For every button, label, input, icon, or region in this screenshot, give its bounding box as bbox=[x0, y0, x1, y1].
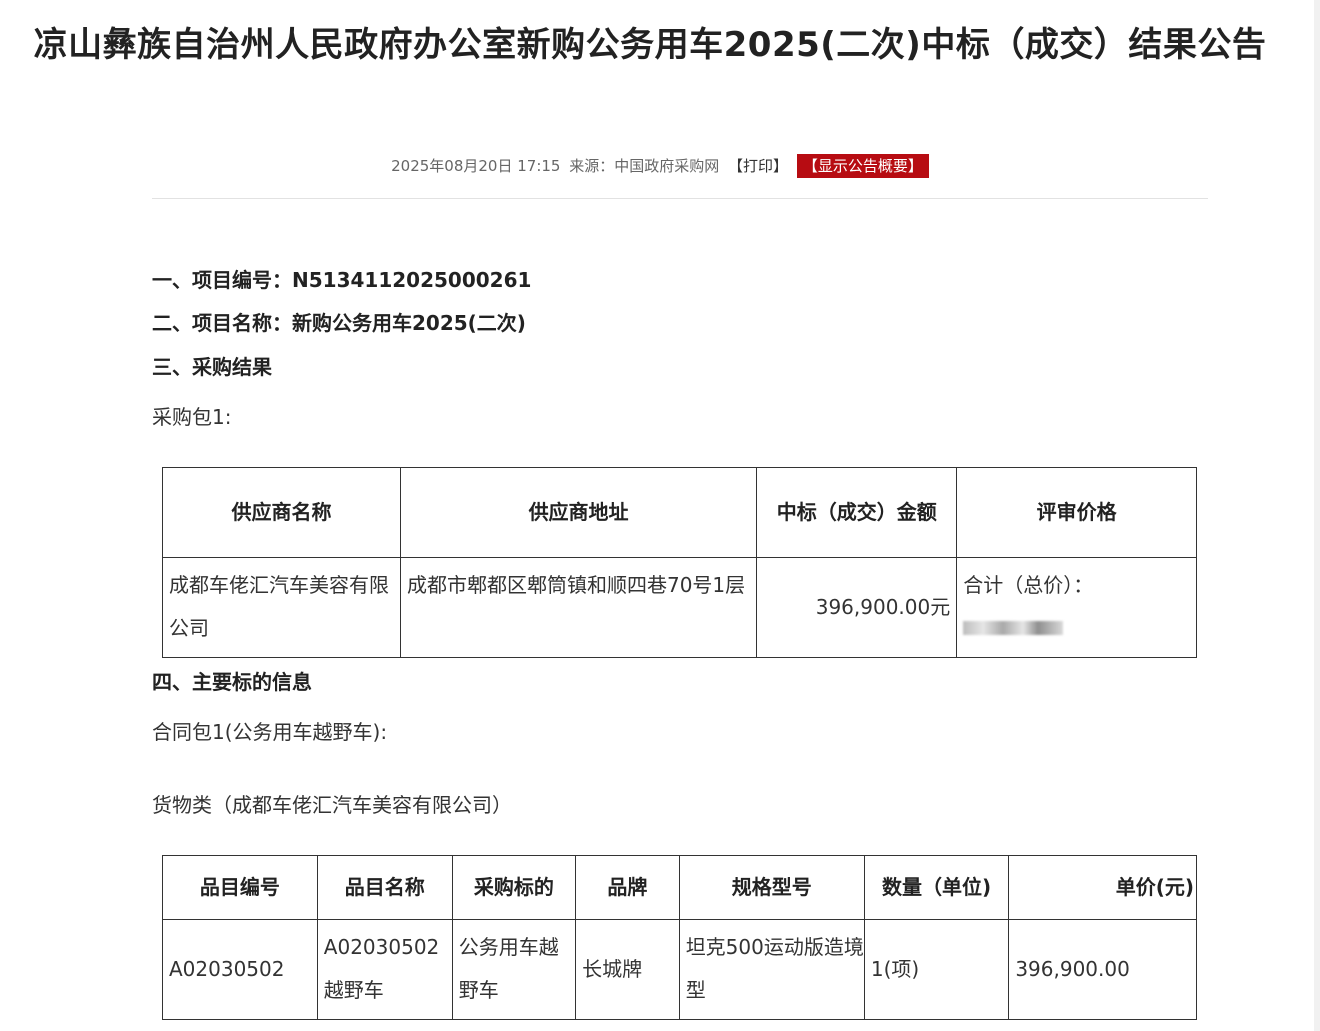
procurement-result-heading: 三、采购结果 bbox=[152, 355, 272, 379]
article-meta: 2025年08月20日 17:15 来源：中国政府采购网 【打印】 【显示公告概… bbox=[0, 153, 1320, 179]
result-table: 供应商名称 供应商地址 中标（成交）金额 评审价格 成都车佬汇汽车美容有限公司 … bbox=[162, 467, 1197, 658]
table-row: 成都车佬汇汽车美容有限公司 成都市郫都区郫筒镇和顺四巷70号1层 396,900… bbox=[162, 557, 1197, 658]
header-award-amount: 中标（成交）金额 bbox=[756, 467, 958, 558]
show-summary-button[interactable]: 【显示公告概要】 bbox=[796, 154, 929, 178]
source-label: 来源：中国政府采购网 bbox=[569, 157, 720, 175]
header-item-code: 品目编号 bbox=[162, 855, 318, 920]
supplier-address-cell: 成都市郫都区郫筒镇和顺四巷70号1层 bbox=[399, 557, 758, 658]
project-number-label: 一、项目编号： bbox=[152, 268, 292, 292]
supplier-name-cell: 成都车佬汇汽车美容有限公司 bbox=[162, 557, 401, 658]
review-price-cell: 合计（总价）： bbox=[956, 557, 1197, 658]
package-label: 采购包1: bbox=[152, 405, 232, 429]
table-row: A02030502 A02030502越野车 公务用车越野车 长城牌 坦克500… bbox=[162, 919, 1197, 1020]
item-code-cell: A02030502 bbox=[162, 919, 318, 1020]
brand-cell: 长城牌 bbox=[575, 919, 680, 1020]
main-subject-heading: 四、主要标的信息 bbox=[152, 670, 312, 694]
header-quantity: 数量（单位) bbox=[863, 855, 1010, 920]
header-review-price: 评审价格 bbox=[956, 467, 1197, 558]
header-supplier-name: 供应商名称 bbox=[162, 467, 401, 558]
result-table-header: 供应商名称 供应商地址 中标（成交）金额 评审价格 bbox=[162, 467, 1197, 558]
item-table-header: 品目编号 品目名称 采购标的 品牌 规格型号 数量（单位) 单价(元) bbox=[162, 855, 1197, 920]
page-title: 凉山彝族自治州人民政府办公室新购公务用车2025(二次)中标（成交）结果公告 bbox=[33, 25, 1267, 65]
project-name-line: 二、项目名称：新购公务用车2025(二次) bbox=[152, 308, 526, 338]
contract-package-label: 合同包1(公务用车越野车): bbox=[152, 720, 388, 744]
review-price-label: 合计（总价）： bbox=[963, 573, 1094, 597]
model-cell: 坦克500运动版造境型 bbox=[678, 919, 865, 1020]
header-brand: 品牌 bbox=[575, 855, 680, 920]
divider bbox=[152, 198, 1208, 199]
item-name-cell: A02030502越野车 bbox=[316, 919, 453, 1020]
project-name-value: 新购公务用车2025(二次) bbox=[292, 311, 526, 335]
header-supplier-address: 供应商地址 bbox=[399, 467, 758, 558]
header-unit-price: 单价(元) bbox=[1008, 855, 1197, 920]
goods-category-label: 货物类（成都车佬汇汽车美容有限公司） bbox=[152, 793, 512, 817]
award-amount-cell: 396,900.00元 bbox=[756, 557, 958, 658]
project-number-value: N5134112025000261 bbox=[292, 268, 532, 292]
item-table: 品目编号 品目名称 采购标的 品牌 规格型号 数量（单位) 单价(元) A020… bbox=[162, 855, 1197, 1020]
quantity-cell: 1(项) bbox=[863, 919, 1010, 1020]
header-subject: 采购标的 bbox=[451, 855, 577, 920]
header-model: 规格型号 bbox=[678, 855, 865, 920]
project-number-line: 一、项目编号：N5134112025000261 bbox=[152, 265, 531, 295]
publish-datetime: 2025年08月20日 17:15 bbox=[391, 157, 561, 175]
unit-price-cell: 396,900.00 bbox=[1008, 919, 1197, 1020]
header-item-name: 品目名称 bbox=[316, 855, 453, 920]
subject-cell: 公务用车越野车 bbox=[451, 919, 577, 1020]
redacted-price bbox=[963, 621, 1064, 635]
project-name-label: 二、项目名称： bbox=[152, 311, 292, 335]
print-link[interactable]: 【打印】 bbox=[728, 157, 788, 175]
